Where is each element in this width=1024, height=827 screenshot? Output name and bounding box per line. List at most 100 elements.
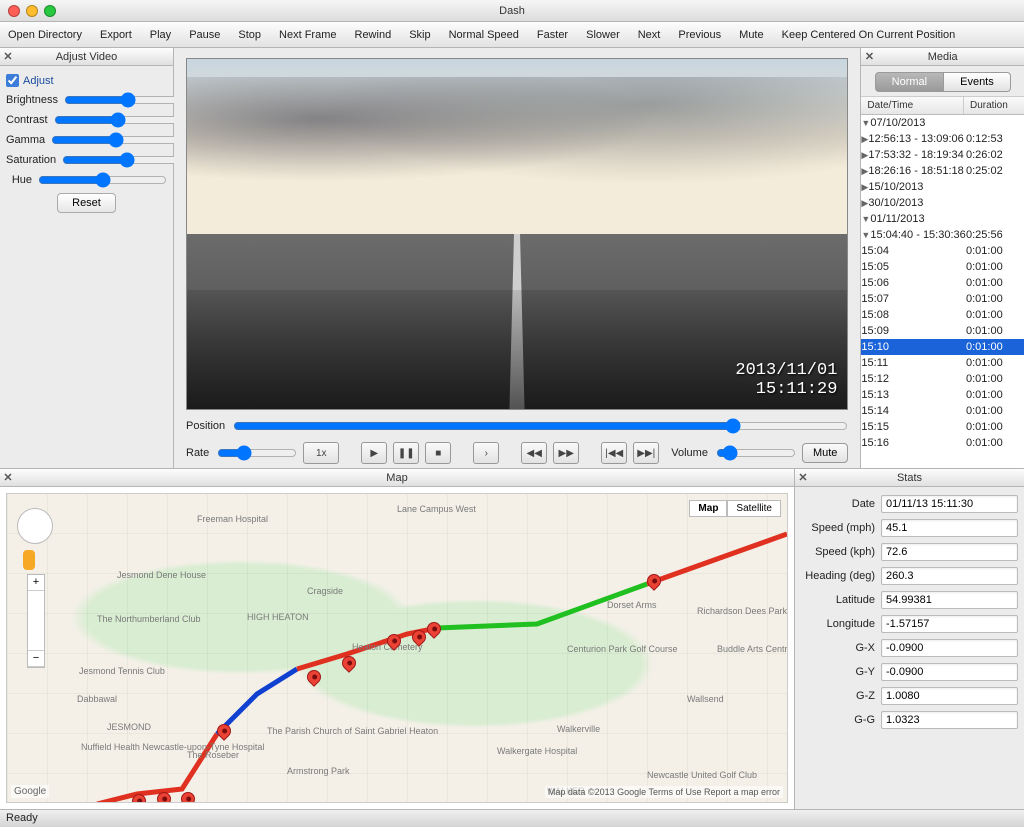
- position-slider[interactable]: [233, 418, 848, 434]
- map-place-label: Dabbawal: [77, 694, 117, 704]
- toolbar-keep-centered-on-current-position[interactable]: Keep Centered On Current Position: [782, 29, 956, 41]
- media-tree-row[interactable]: ▼15:04:40 - 15:30:360:25:56: [861, 227, 1024, 243]
- media-tree-row[interactable]: 15:070:01:00: [861, 291, 1024, 307]
- media-tree-row[interactable]: 15:110:01:00: [861, 355, 1024, 371]
- gamma-slider[interactable]: [51, 133, 180, 147]
- stat-value: -1.57157: [881, 615, 1018, 633]
- map-type-satellite-button[interactable]: Satellite: [727, 500, 781, 517]
- tab-events[interactable]: Events: [943, 72, 1011, 92]
- media-tree-row[interactable]: ▶17:53:32 - 18:19:340:26:02: [861, 147, 1024, 163]
- media-tree-row[interactable]: ▶12:56:13 - 13:09:060:12:53: [861, 131, 1024, 147]
- media-tree-row[interactable]: 15:040:01:00: [861, 243, 1024, 259]
- map-place-label: Buddle Arts Centre: [717, 644, 788, 654]
- media-tree-row[interactable]: 15:090:01:00: [861, 323, 1024, 339]
- video-viewport[interactable]: 2013/11/01 15:11:29: [186, 58, 848, 410]
- next-track-button[interactable]: ▶▶|: [633, 442, 659, 464]
- media-tree-row[interactable]: 15:050:01:00: [861, 259, 1024, 275]
- map-canvas[interactable]: Freeman HospitalLane Campus WestJesmond …: [6, 493, 788, 803]
- disclosure-arrow-icon[interactable]: ▼: [861, 214, 870, 224]
- streetview-pegman-icon[interactable]: [23, 550, 35, 570]
- toolbar-slower[interactable]: Slower: [586, 29, 620, 41]
- media-tree-row[interactable]: ▶18:26:16 - 18:51:180:25:02: [861, 163, 1024, 179]
- disclosure-arrow-icon[interactable]: ▶: [861, 166, 868, 176]
- toolbar-normal-speed[interactable]: Normal Speed: [449, 29, 519, 41]
- column-header-datetime[interactable]: Date/Time: [861, 97, 964, 114]
- stat-label: Date: [801, 498, 881, 510]
- map-place-label: Jesmond Dene House: [117, 570, 206, 580]
- adjust-checkbox-label: Adjust: [23, 75, 54, 87]
- media-tree-row[interactable]: ▼07/10/2013: [861, 115, 1024, 131]
- toolbar-open-directory[interactable]: Open Directory: [8, 29, 82, 41]
- pause-button[interactable]: ❚❚: [393, 442, 419, 464]
- toolbar-stop[interactable]: Stop: [238, 29, 261, 41]
- mute-button[interactable]: Mute: [802, 443, 848, 463]
- close-icon[interactable]: ✕: [0, 471, 16, 484]
- close-icon[interactable]: ✕: [0, 50, 16, 63]
- toolbar-play[interactable]: Play: [150, 29, 171, 41]
- stop-button[interactable]: ■: [425, 442, 451, 464]
- disclosure-arrow-icon[interactable]: ▶: [861, 198, 868, 208]
- prev-track-button[interactable]: |◀◀: [601, 442, 627, 464]
- video-panel: 2013/11/01 15:11:29 Position Rate 1x ▶ ❚…: [174, 48, 860, 468]
- disclosure-arrow-icon[interactable]: ▶: [861, 134, 868, 144]
- disclosure-arrow-icon[interactable]: ▼: [861, 230, 870, 240]
- column-header-duration[interactable]: Duration: [964, 97, 1024, 114]
- saturation-slider[interactable]: [62, 153, 191, 167]
- close-icon[interactable]: ✕: [795, 471, 811, 484]
- toolbar-previous[interactable]: Previous: [678, 29, 721, 41]
- toolbar-pause[interactable]: Pause: [189, 29, 220, 41]
- toolbar-export[interactable]: Export: [100, 29, 132, 41]
- disclosure-arrow-icon[interactable]: ▼: [861, 118, 870, 128]
- media-tree-row[interactable]: 15:130:01:00: [861, 387, 1024, 403]
- volume-slider[interactable]: [716, 445, 796, 461]
- close-icon[interactable]: ✕: [861, 50, 877, 63]
- contrast-slider[interactable]: [54, 113, 183, 127]
- adjust-video-panel: ✕ Adjust Video Adjust BrightnessContrast…: [0, 48, 174, 468]
- media-tree-row[interactable]: 15:140:01:00: [861, 403, 1024, 419]
- stat-label: G-G: [801, 714, 881, 726]
- media-tree-row[interactable]: 15:060:01:00: [861, 275, 1024, 291]
- media-tree-row[interactable]: ▼01/11/2013: [861, 211, 1024, 227]
- rate-slider[interactable]: [217, 445, 297, 461]
- map-pan-control[interactable]: [17, 508, 53, 544]
- reset-button[interactable]: Reset: [57, 193, 116, 213]
- toolbar-faster[interactable]: Faster: [537, 29, 568, 41]
- toolbar-next[interactable]: Next: [638, 29, 661, 41]
- status-bar: Ready: [0, 809, 1024, 827]
- map-place-label: Armstrong Park: [287, 766, 350, 776]
- disclosure-arrow-icon[interactable]: ▶: [861, 182, 868, 192]
- close-window-button[interactable]: [8, 5, 20, 17]
- media-tree-row[interactable]: 15:100:01:00: [861, 339, 1024, 355]
- map-place-label: The Parish Church of Saint Gabriel Heato…: [267, 726, 438, 736]
- next-frame-button[interactable]: ›: [473, 442, 499, 464]
- media-tree-row[interactable]: ▶15/10/2013: [861, 179, 1024, 195]
- map-place-label: Walkergate Hospital: [497, 746, 577, 756]
- map-place-label: Walkerville: [557, 724, 600, 734]
- media-tree-row[interactable]: 15:160:01:00: [861, 435, 1024, 451]
- map-type-map-button[interactable]: Map: [689, 500, 727, 517]
- media-tree-row[interactable]: ▶30/10/2013: [861, 195, 1024, 211]
- toolbar-rewind[interactable]: Rewind: [355, 29, 392, 41]
- map-zoom-control[interactable]: +−: [27, 574, 45, 668]
- media-tree-row[interactable]: 15:080:01:00: [861, 307, 1024, 323]
- media-tree-row[interactable]: 15:150:01:00: [861, 419, 1024, 435]
- media-tree-row[interactable]: 15:120:01:00: [861, 371, 1024, 387]
- map-place-label: Freeman Hospital: [197, 514, 268, 524]
- minimize-window-button[interactable]: [26, 5, 38, 17]
- adjust-checkbox[interactable]: [6, 74, 19, 87]
- stat-label: G-Y: [801, 666, 881, 678]
- map-place-label: The Roseber: [187, 750, 239, 760]
- toolbar-mute[interactable]: Mute: [739, 29, 763, 41]
- map-terms: Map data ©2013 Google Terms of Use Repor…: [545, 786, 783, 798]
- stat-value: 260.3: [881, 567, 1018, 585]
- zoom-window-button[interactable]: [44, 5, 56, 17]
- disclosure-arrow-icon[interactable]: ▶: [861, 150, 868, 160]
- hue-slider[interactable]: [38, 173, 167, 187]
- stat-value: -0.0900: [881, 639, 1018, 657]
- fast-forward-button[interactable]: ▶▶: [553, 442, 579, 464]
- rewind-button[interactable]: ◀◀: [521, 442, 547, 464]
- toolbar-next-frame[interactable]: Next Frame: [279, 29, 336, 41]
- play-button[interactable]: ▶: [361, 442, 387, 464]
- tab-normal[interactable]: Normal: [875, 72, 943, 92]
- toolbar-skip[interactable]: Skip: [409, 29, 430, 41]
